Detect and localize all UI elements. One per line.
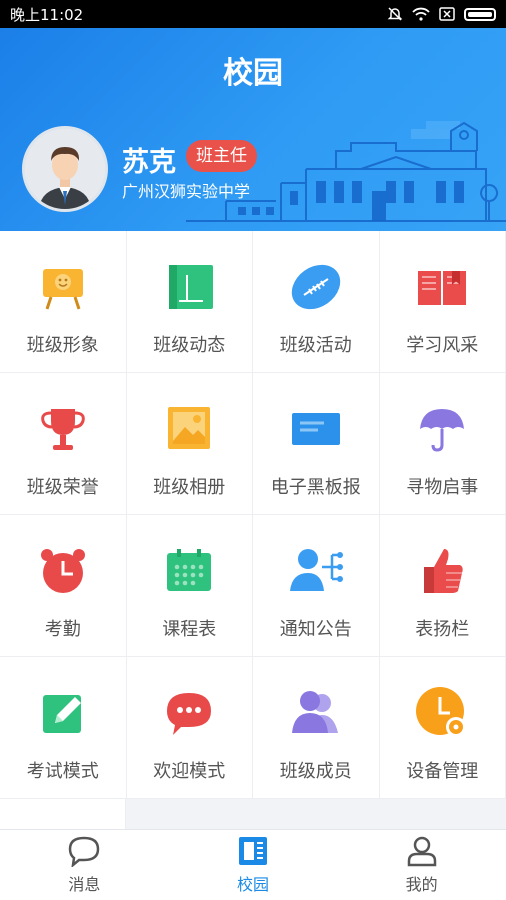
green-book-icon [161,259,217,315]
blackboard-icon [288,401,344,457]
tab-label: 我的 [405,875,438,894]
grid-item-attendance[interactable]: 考勤 [0,515,127,657]
grid-item-label: 班级荣誉 [26,477,99,498]
grid-item-label: 通知公告 [279,619,352,640]
grid-item-label: 寻物启事 [406,477,479,498]
mute-bell-icon [387,7,403,21]
grid-item-label: 学习风采 [406,335,479,356]
tab-label: 校园 [237,875,270,894]
tab-messages[interactable]: 消息 [0,830,169,900]
avatar-person-icon [25,129,105,209]
grid-item-label: 考试模式 [26,761,99,782]
no-sim-icon [439,7,455,21]
thumbs-up-icon [414,543,470,599]
grid-item-device-management[interactable]: 设备管理 [379,657,506,799]
grid-item-blackboard[interactable]: 电子黑板报 [253,373,380,515]
campus-icon [239,837,267,865]
profile-header: 校园 苏克 班主任 广州汉狮实验中学 [0,28,506,231]
grid-item-class-album[interactable]: 班级相册 [126,373,253,515]
grid-item-label: 班级形象 [26,335,99,356]
grid-item-label: 电子黑板报 [270,477,361,498]
avatar[interactable] [22,126,108,212]
grid-item-label: 设备管理 [406,761,479,782]
school-name: 广州汉狮实验中学 [122,182,251,201]
grid-item-label: 考勤 [44,619,81,640]
grid-item-class-image[interactable]: 班级形象 [0,231,127,373]
grid-item-label: 班级动态 [153,335,226,356]
grid-item-notices[interactable]: 通知公告 [253,515,380,657]
grid-empty-cell [0,799,126,829]
grid-item-exam-mode[interactable]: 考试模式 [0,657,127,799]
school-skyline-illustration [186,121,506,222]
open-book-icon [414,259,470,315]
grid-item-label: 课程表 [162,619,217,640]
page-title: 校园 [223,56,283,91]
role-badge: 班主任 [186,140,257,172]
grid-item-praise[interactable]: 表扬栏 [379,515,506,657]
grid-item-class-activity[interactable]: 班级活动 [253,231,380,373]
photo-album-icon [161,401,217,457]
grid-item-class-honor[interactable]: 班级荣誉 [0,373,127,515]
grid-item-lost-found[interactable]: 寻物启事 [379,373,506,515]
status-icons [387,6,496,22]
bottom-tab-bar: 消息 校园 我的 [0,829,506,900]
grid-item-label: 欢迎模式 [153,761,226,782]
status-bar: 晚上11:02 [0,0,506,28]
chat-bubble-icon [161,685,217,741]
rugby-ball-icon [288,259,344,315]
exam-pencil-icon [35,685,91,741]
grid-item-label: 表扬栏 [415,619,470,640]
grid-item-label: 班级成员 [279,761,352,782]
battery-icon [464,7,496,21]
message-icon [69,836,100,867]
grid-item-class-news[interactable]: 班级动态 [126,231,253,373]
clock-gear-icon [414,685,470,741]
trophy-icon [35,401,91,457]
grid-item-label: 班级相册 [153,477,226,498]
alarm-clock-icon [35,543,91,599]
status-time: 晚上11:02 [10,5,84,24]
grid-item-welcome-mode[interactable]: 欢迎模式 [126,657,253,799]
tab-campus[interactable]: 校园 [169,830,338,900]
calendar-icon [161,543,217,599]
profile-icon [407,836,436,867]
announcement-icon [288,543,344,599]
members-icon [288,685,344,741]
feature-grid: 班级形象 班级动态 班级活动 学习风采 班级荣誉 班级相册 电子黑板报 寻物启事… [0,231,506,799]
grid-item-class-members[interactable]: 班级成员 [253,657,380,799]
wifi-icon [412,7,430,21]
tab-profile[interactable]: 我的 [337,830,506,900]
grid-item-study-showcase[interactable]: 学习风采 [379,231,506,373]
umbrella-icon [414,401,470,457]
grid-item-timetable[interactable]: 课程表 [126,515,253,657]
user-name: 苏克 [122,147,176,178]
easel-smiley-icon [35,259,91,315]
grid-item-label: 班级活动 [279,335,352,356]
tab-label: 消息 [68,875,101,894]
